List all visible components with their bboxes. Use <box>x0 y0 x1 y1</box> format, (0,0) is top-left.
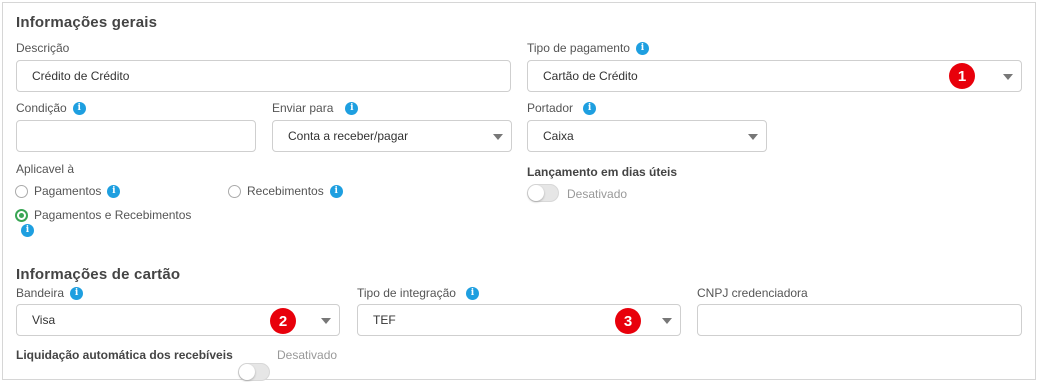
info-icon[interactable]: i <box>345 101 359 115</box>
info-icon[interactable]: i <box>583 101 597 115</box>
callout-badge-2: 2 <box>270 308 296 334</box>
radio-button[interactable] <box>228 184 241 198</box>
chevron-down-icon <box>321 318 331 324</box>
liquidacao-toggle[interactable] <box>238 363 270 381</box>
tipo-integracao-label: Tipo de integração i <box>357 286 479 300</box>
callout-badge-3: 3 <box>615 308 641 334</box>
descricao-label-text: Descrição <box>16 41 70 55</box>
tipo-integracao-label-text: Tipo de integração <box>357 286 456 300</box>
toggle-knob <box>239 364 255 380</box>
info-icon[interactable]: i <box>465 286 479 300</box>
bandeira-value: Visa <box>32 313 56 327</box>
portador-value: Caixa <box>543 129 574 143</box>
enviar-para-value: Conta a receber/pagar <box>288 129 409 143</box>
enviar-para-label-text: Enviar para <box>272 101 334 115</box>
condicao-label-text: Condição <box>16 101 67 115</box>
radio-pagamentos[interactable]: Pagamentos i <box>15 184 121 198</box>
form-panel: Informações gerais Descrição Crédito de … <box>2 2 1036 381</box>
portador-label: Portador i <box>527 101 597 115</box>
condicao-label: Condição i <box>16 101 86 115</box>
bandeira-label: Bandeira i <box>16 286 84 300</box>
tipo-pagamento-value: Cartão de Crédito <box>543 69 638 83</box>
tipo-pagamento-label-text: Tipo de pagamento <box>527 41 630 55</box>
cnpj-input[interactable] <box>697 304 1022 336</box>
liquidacao-label: Liquidação automática dos recebíveis <box>16 348 233 362</box>
info-icon[interactable]: i <box>329 184 343 198</box>
lancamento-toggle[interactable] <box>527 184 559 202</box>
radio-label: Pagamentos e Recebimentos <box>34 208 192 222</box>
chevron-down-icon <box>493 134 503 140</box>
callout-badge-1: 1 <box>949 63 975 89</box>
aplicavel-label: Aplicavel à <box>16 162 74 176</box>
radio-button-checked[interactable] <box>15 208 28 222</box>
lancamento-label-text: Lançamento em dias úteis <box>527 165 678 179</box>
info-icon[interactable]: i <box>72 101 86 115</box>
radio-button[interactable] <box>15 184 28 198</box>
descricao-input[interactable]: Crédito de Crédito <box>16 60 511 92</box>
info-icon[interactable]: i <box>21 224 34 237</box>
portador-select[interactable]: Caixa <box>527 120 767 152</box>
info-icon[interactable]: i <box>635 41 649 55</box>
radio-label: Recebimentos <box>247 184 324 198</box>
cnpj-label: CNPJ credenciadora <box>697 286 808 300</box>
enviar-para-label: Enviar para i <box>272 101 359 115</box>
radio-pagamentos-e-recebimentos[interactable]: Pagamentos e Recebimentos <box>15 208 191 222</box>
liquidacao-state: Desativado <box>277 348 338 362</box>
chevron-down-icon <box>1003 74 1013 80</box>
tipo-pagamento-label: Tipo de pagamento i <box>527 41 649 55</box>
condicao-input[interactable] <box>16 120 256 152</box>
toggle-knob <box>528 185 544 201</box>
cnpj-label-text: CNPJ credenciadora <box>697 286 808 300</box>
descricao-value: Crédito de Crédito <box>32 69 130 83</box>
liquidacao-label-text: Liquidação automática dos recebíveis <box>16 348 233 362</box>
portador-label-text: Portador <box>527 101 574 115</box>
radio-label: Pagamentos <box>34 184 102 198</box>
bandeira-label-text: Bandeira <box>16 286 65 300</box>
section-title-card: Informações de cartão <box>16 266 181 283</box>
lancamento-label: Lançamento em dias úteis <box>527 165 677 179</box>
info-icon[interactable]: i <box>107 184 121 198</box>
descricao-label: Descrição <box>16 41 69 55</box>
tipo-pagamento-select[interactable]: Cartão de Crédito <box>527 60 1022 92</box>
info-icon[interactable]: i <box>70 286 84 300</box>
section-title-general: Informações gerais <box>16 14 158 31</box>
lancamento-state: Desativado <box>567 187 628 201</box>
enviar-para-select[interactable]: Conta a receber/pagar <box>272 120 512 152</box>
tipo-integracao-value: TEF <box>373 313 396 327</box>
chevron-down-icon <box>748 134 758 140</box>
radio-recebimentos[interactable]: Recebimentos i <box>228 184 343 198</box>
chevron-down-icon <box>662 318 672 324</box>
aplicavel-label-text: Aplicavel à <box>16 162 75 176</box>
